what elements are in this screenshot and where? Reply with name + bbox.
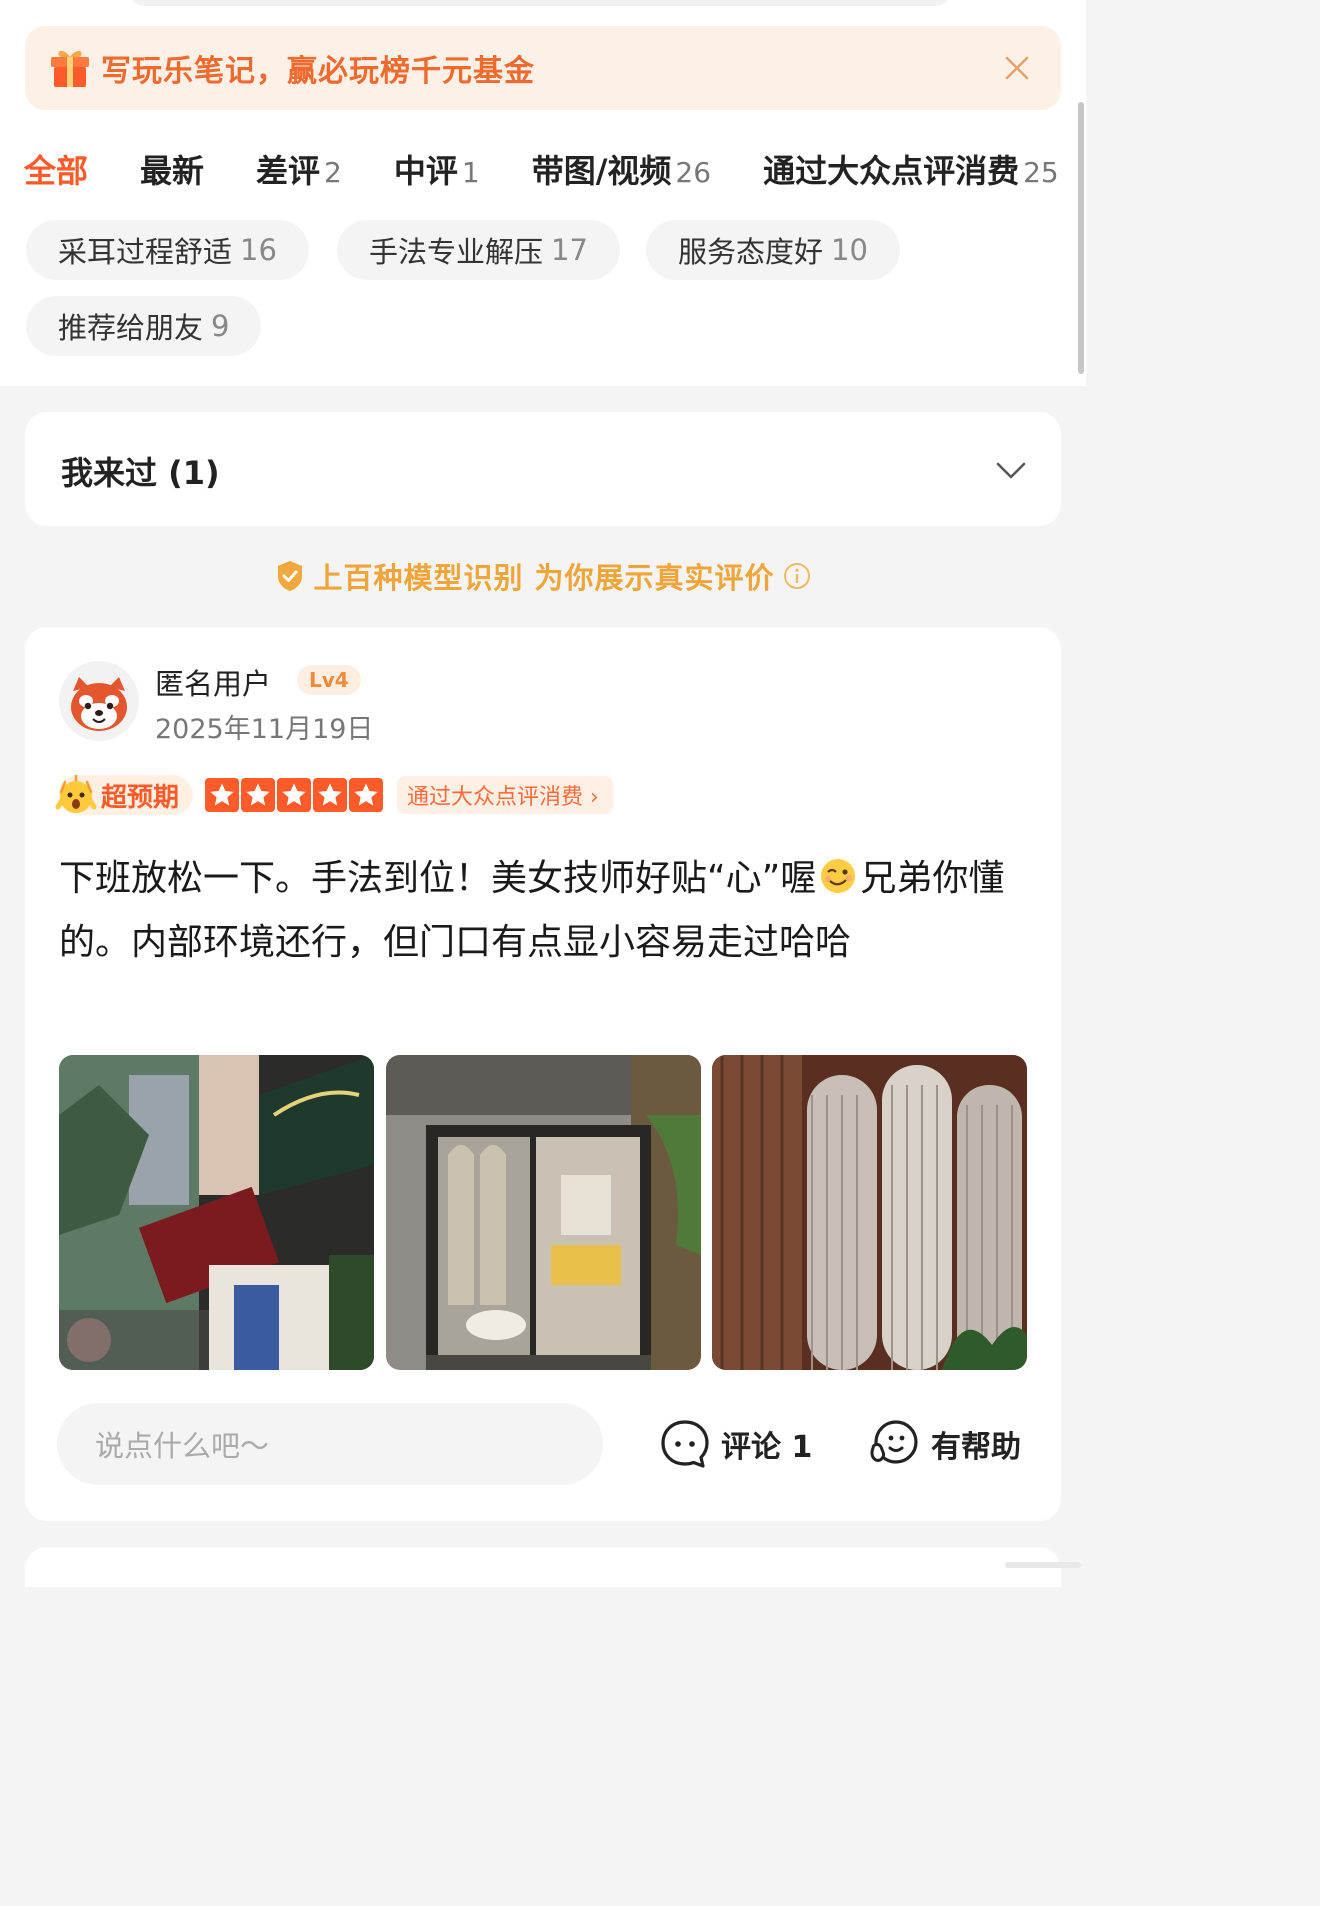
helpful-icon [870,1420,918,1464]
star-icon [205,778,240,812]
tab-count: 2 [324,156,342,189]
review-date: 2025年11月19日 [155,714,374,745]
tab-media[interactable]: 带图/视频 26 [532,146,711,192]
scrollbar[interactable] [1078,102,1084,374]
star-icon [277,778,312,812]
comment-input[interactable]: 说点什么吧～ [57,1403,603,1485]
comment-button[interactable]: 评论 1 [659,1417,812,1471]
visited-section[interactable]: 我来过 (1) [25,412,1061,526]
entrance-photo[interactable] [386,1055,701,1370]
helpful-label: 有帮助 [931,1430,1021,1465]
notice-text: 上百种模型识别 为你展示真实评价 [313,561,775,595]
tag-chip[interactable]: 服务态度好 10 [646,220,900,280]
review-text[interactable]: 下班放松一下。手法到位！美女技师好贴“心”喔 兄弟你懂的。内部环境还行，但门口有点… [59,847,1019,975]
rating-row: 超预期 通过大众点评消费 › [55,774,613,815]
storefront-photo[interactable] [59,1055,374,1370]
wink-emoji-icon [821,859,856,893]
tab-neutral[interactable]: 中评 1 [394,146,480,192]
user-level-badge: Lv4 [297,665,361,695]
next-review-card [25,1547,1061,1587]
tag-chip[interactable]: 采耳过程舒适 16 [26,220,309,280]
user-name[interactable]: 匿名用户 [155,661,271,703]
tag-chip[interactable]: 手法专业解压 17 [337,220,620,280]
shield-check-icon [278,561,303,591]
interior-glass-photo[interactable] [712,1055,1027,1370]
review-card: 匿名用户 Lv4 2025年11月19日 超预期 通过大众点评消费 › 下班放松… [25,627,1061,1521]
visited-title: 我来过 (1) [61,454,220,492]
comment-label: 评论 1 [721,1430,813,1465]
chevron-down-icon[interactable] [995,456,1027,484]
avatar[interactable] [59,661,139,741]
comment-icon [661,1420,709,1468]
star-icon [313,778,348,812]
star-rating [205,778,385,812]
star-icon [241,778,276,812]
surprised-face-icon [55,774,97,813]
tab-count: 1 [461,156,480,189]
promo-banner[interactable]: 写玩乐笔记，赢必玩榜千元基金 [25,26,1061,110]
consume-verified-link[interactable]: 通过大众点评消费 › [397,776,613,814]
star-icon [349,778,384,812]
info-icon[interactable] [783,562,811,590]
tab-count: 26 [675,156,712,189]
tab-negative[interactable]: 差评 2 [256,146,342,192]
authenticity-notice: 上百种模型识别 为你展示真实评价 [0,556,1086,596]
gift-icon [51,50,89,87]
tab-all[interactable]: 全部 [24,146,88,192]
tab-count: 25 [1023,156,1059,189]
helpful-button[interactable]: 有帮助 [869,1417,1021,1471]
review-filter-tabs: 全部 最新 差评 2 中评 1 带图/视频 26 通过大众点评消费 25 [24,146,1111,194]
search-bar-edge [130,0,950,6]
tag-chip[interactable]: 推荐给朋友 9 [26,296,262,356]
tab-latest[interactable]: 最新 [140,146,204,192]
exceeded-expectation-badge: 超预期 [55,774,194,815]
tab-consumed[interactable]: 通过大众点评消费 25 [763,146,1059,192]
banner-text: 写玩乐笔记，赢必玩榜千元基金 [101,54,535,89]
close-icon[interactable] [1001,52,1033,84]
home-indicator [1005,1562,1081,1568]
